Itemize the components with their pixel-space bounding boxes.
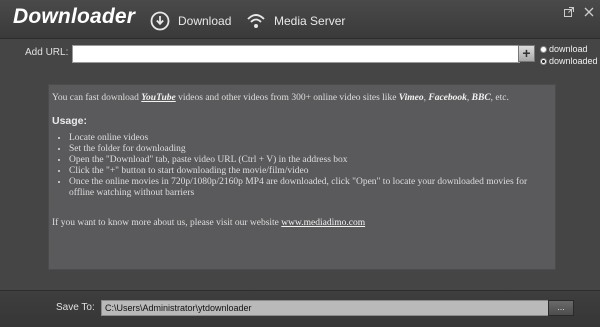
usage-step: Open the "Download" tab, paste video URL… (69, 155, 539, 166)
browse-folder-button[interactable]: ... (548, 300, 574, 316)
intro-vimeo: Vimeo (398, 93, 424, 103)
tab-media-server-label: Media Server (274, 14, 346, 28)
save-path-field[interactable]: C:\Users\Administrator\ytdownloader (101, 300, 549, 316)
intro-suffix: , etc. (490, 93, 509, 103)
save-bar: Save To: C:\Users\Administrator\ytdownlo… (0, 290, 600, 327)
external-window-icon[interactable] (564, 4, 574, 17)
intro-youtube: YouTube (141, 93, 176, 103)
save-to-label: Save To: (56, 302, 95, 313)
intro-middle: videos and other videos from 300+ online… (175, 93, 399, 103)
usage-step: Click the "+" button to start downloadin… (69, 166, 539, 177)
usage-step: Locate online videos (69, 133, 539, 144)
tab-download-label: Download (178, 14, 232, 28)
tab-download[interactable]: Download (150, 10, 231, 32)
radio-download-label: download (549, 44, 588, 54)
window-controls (564, 4, 594, 17)
intro-prefix: You can fast download (52, 93, 142, 103)
usage-title: Usage: (52, 115, 88, 127)
url-input[interactable] (72, 45, 520, 63)
usage-step: Once the online movies in 720p/1080p/216… (69, 177, 539, 199)
more-info-text: If you want to know more about us, pleas… (52, 218, 365, 228)
add-url-button[interactable]: + (518, 45, 535, 62)
tab-media-server[interactable]: Media Server (246, 10, 345, 32)
radio-downloaded-label: downloaded (549, 56, 598, 66)
intro-text: You can fast download YouTube videos and… (52, 93, 552, 103)
radio-download-dot[interactable] (540, 45, 547, 53)
radio-downloaded[interactable]: downloaded (540, 55, 598, 67)
app-title: Downloader (13, 5, 136, 28)
intro-bbc: BBC (471, 93, 491, 103)
close-icon[interactable] (584, 4, 594, 17)
website-link[interactable]: www.mediadimo.com (281, 218, 365, 228)
usage-list: Locate online videos Set the folder for … (55, 133, 539, 199)
download-mode-group: download downloaded (540, 43, 598, 67)
url-row: Add URL: + download downloaded (0, 44, 600, 66)
info-panel: You can fast download YouTube videos and… (48, 84, 556, 270)
usage-step: Set the folder for downloading (69, 144, 539, 155)
more-prefix: If you want to know more about us, pleas… (52, 218, 282, 228)
radio-download[interactable]: download (540, 43, 598, 55)
intro-facebook: Facebook (428, 93, 467, 103)
radio-downloaded-dot[interactable] (540, 57, 547, 65)
download-icon (150, 11, 170, 31)
title-bar: Downloader Download Media Server (0, 0, 600, 39)
wifi-icon (246, 11, 266, 31)
add-url-label: Add URL: (25, 47, 69, 58)
